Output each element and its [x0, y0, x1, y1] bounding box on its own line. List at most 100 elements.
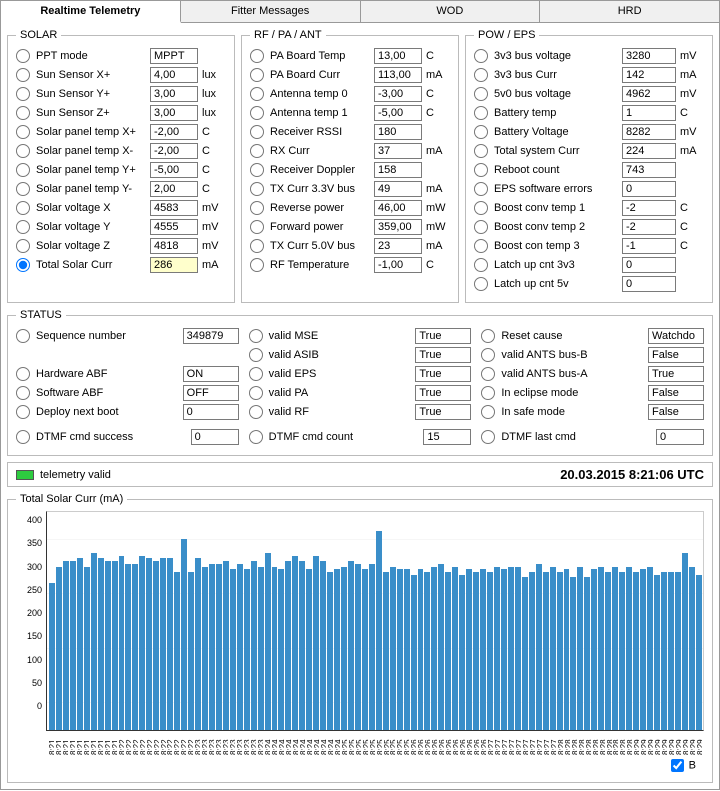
pow-radio-5[interactable] — [474, 144, 488, 158]
status-c2-radio-2[interactable] — [249, 367, 263, 381]
pow-radio-10[interactable] — [474, 239, 488, 253]
solar-radio-6[interactable] — [16, 163, 30, 177]
pow-radio-4[interactable] — [474, 125, 488, 139]
chart-bar — [153, 561, 159, 730]
pow-radio-0[interactable] — [474, 49, 488, 63]
pow-value-10: -1 — [622, 238, 676, 254]
status-c1-radio-4[interactable] — [16, 405, 30, 419]
status-c3-radio-4[interactable] — [481, 405, 495, 419]
checkbox-b-label[interactable]: B — [689, 759, 696, 771]
chart-bar — [675, 572, 681, 730]
status-c3-radio-0[interactable] — [481, 329, 495, 343]
status-c3-label-1: valid ANTS bus-B — [501, 349, 648, 361]
status-c3-radio-1[interactable] — [481, 348, 495, 362]
chart-bar — [383, 572, 389, 730]
chart-bar — [56, 567, 62, 731]
rf-radio-3[interactable] — [250, 106, 264, 120]
solar-label-11: Total Solar Curr — [36, 259, 150, 271]
chart-bar — [682, 553, 688, 730]
pow-radio-1[interactable] — [474, 68, 488, 82]
status-c3-value-4: False — [648, 404, 704, 420]
pow-radio-9[interactable] — [474, 220, 488, 234]
pow-radio-6[interactable] — [474, 163, 488, 177]
chart-bar — [341, 567, 347, 731]
rf-value-6: 158 — [374, 162, 422, 178]
rf-value-11: -1,00 — [374, 257, 422, 273]
status-btm-radio-0[interactable] — [16, 430, 30, 444]
rf-radio-8[interactable] — [250, 201, 264, 215]
pow-value-1: 142 — [622, 67, 676, 83]
solar-radio-9[interactable] — [16, 220, 30, 234]
chart-bar — [251, 561, 257, 730]
tab-wod[interactable]: WOD — [361, 1, 541, 22]
status-c3-label-4: In safe mode — [501, 406, 648, 418]
rf-radio-9[interactable] — [250, 220, 264, 234]
tab-fitter-messages[interactable]: Fitter Messages — [181, 1, 361, 22]
chart-bar — [633, 572, 639, 730]
solar-label-5: Solar panel temp X- — [36, 145, 150, 157]
rf-radio-11[interactable] — [250, 258, 264, 272]
solar-radio-8[interactable] — [16, 201, 30, 215]
rf-radio-10[interactable] — [250, 239, 264, 253]
status-c1-radio-3[interactable] — [16, 386, 30, 400]
rf-unit-11: C — [426, 259, 450, 271]
chart-bar — [570, 577, 576, 730]
rf-radio-0[interactable] — [250, 49, 264, 63]
solar-radio-4[interactable] — [16, 125, 30, 139]
rf-label-4: Receiver RSSI — [270, 126, 374, 138]
solar-radio-0[interactable] — [16, 49, 30, 63]
chart-bar — [84, 567, 90, 731]
status-btm-label-1: DTMF cmd count — [269, 431, 424, 443]
rf-radio-2[interactable] — [250, 87, 264, 101]
status-c2-radio-3[interactable] — [249, 386, 263, 400]
status-c2-radio-1[interactable] — [249, 348, 263, 362]
tab-hrd[interactable]: HRD — [540, 1, 719, 22]
status-c2-value-2: True — [415, 366, 471, 382]
status-c1-radio-0[interactable] — [16, 329, 30, 343]
chart-bar — [334, 569, 340, 730]
chart-bar — [390, 567, 396, 731]
chart-bar — [223, 561, 229, 730]
status-c1-label-3: Software ABF — [36, 387, 183, 399]
solar-label-8: Solar voltage X — [36, 202, 150, 214]
rf-value-10: 23 — [374, 238, 422, 254]
status-c1-value-4: 0 — [183, 404, 239, 420]
pow-value-0: 3280 — [622, 48, 676, 64]
solar-radio-2[interactable] — [16, 87, 30, 101]
tab-realtime-telemetry[interactable]: Realtime Telemetry — [1, 1, 181, 23]
status-btm-radio-1[interactable] — [249, 430, 263, 444]
chart-bar — [452, 567, 458, 731]
rf-radio-4[interactable] — [250, 125, 264, 139]
solar-unit-8: mV — [202, 202, 226, 214]
pow-radio-3[interactable] — [474, 106, 488, 120]
pow-radio-11[interactable] — [474, 258, 488, 272]
solar-radio-10[interactable] — [16, 239, 30, 253]
status-c3-value-1: False — [648, 347, 704, 363]
solar-label-6: Solar panel temp Y+ — [36, 164, 150, 176]
status-btm-radio-2[interactable] — [481, 430, 495, 444]
status-c3-radio-3[interactable] — [481, 386, 495, 400]
rf-radio-7[interactable] — [250, 182, 264, 196]
chart-bar — [285, 561, 291, 730]
status-c2-radio-0[interactable] — [249, 329, 263, 343]
status-c2-radio-4[interactable] — [249, 405, 263, 419]
chart-bar — [265, 553, 271, 730]
pow-radio-7[interactable] — [474, 182, 488, 196]
rf-radio-1[interactable] — [250, 68, 264, 82]
pow-radio-12[interactable] — [474, 277, 488, 291]
solar-value-6: -5,00 — [150, 162, 198, 178]
solar-radio-5[interactable] — [16, 144, 30, 158]
rf-radio-6[interactable] — [250, 163, 264, 177]
pow-radio-8[interactable] — [474, 201, 488, 215]
pow-radio-2[interactable] — [474, 87, 488, 101]
solar-radio-1[interactable] — [16, 68, 30, 82]
solar-radio-3[interactable] — [16, 106, 30, 120]
solar-radio-7[interactable] — [16, 182, 30, 196]
status-c1-radio-2[interactable] — [16, 367, 30, 381]
rf-radio-5[interactable] — [250, 144, 264, 158]
status-c3-radio-2[interactable] — [481, 367, 495, 381]
pow-value-6: 743 — [622, 162, 676, 178]
solar-radio-11[interactable] — [16, 258, 30, 272]
checkbox-b[interactable] — [671, 759, 684, 772]
chart-bar — [119, 556, 125, 730]
